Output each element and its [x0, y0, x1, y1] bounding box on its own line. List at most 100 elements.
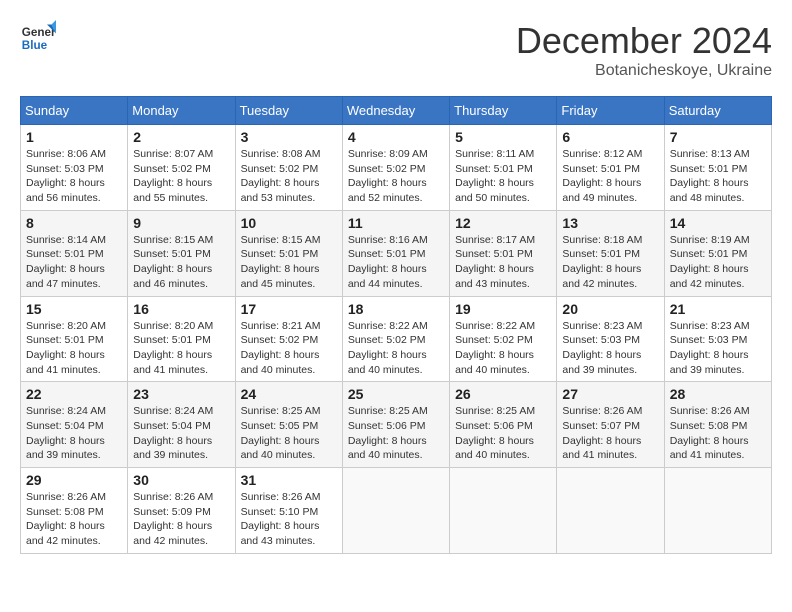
day-number: 20 — [562, 301, 658, 317]
day-number: 26 — [455, 386, 551, 402]
day-info: Sunrise: 8:23 AM Sunset: 5:03 PM Dayligh… — [562, 319, 658, 378]
day-number: 5 — [455, 129, 551, 145]
day-info: Sunrise: 8:25 AM Sunset: 5:06 PM Dayligh… — [455, 404, 551, 463]
calendar-cell: 26 Sunrise: 8:25 AM Sunset: 5:06 PM Dayli… — [450, 382, 557, 468]
day-number: 12 — [455, 215, 551, 231]
calendar-cell: 11 Sunrise: 8:16 AM Sunset: 5:01 PM Dayli… — [342, 210, 449, 296]
weekday-header-monday: Monday — [128, 97, 235, 125]
calendar-cell: 13 Sunrise: 8:18 AM Sunset: 5:01 PM Dayli… — [557, 210, 664, 296]
day-number: 1 — [26, 129, 122, 145]
day-info: Sunrise: 8:26 AM Sunset: 5:07 PM Dayligh… — [562, 404, 658, 463]
calendar-cell — [450, 468, 557, 554]
calendar-cell: 16Sunrise: 8:20 AM Sunset: 5:01 PM Dayli… — [128, 296, 235, 382]
weekday-header-wednesday: Wednesday — [342, 97, 449, 125]
day-info: Sunrise: 8:20 AM Sunset: 5:01 PM Dayligh… — [26, 319, 122, 378]
day-info: Sunrise: 8:18 AM Sunset: 5:01 PM Dayligh… — [562, 233, 658, 292]
calendar-cell: 12 Sunrise: 8:17 AM Sunset: 5:01 PM Dayli… — [450, 210, 557, 296]
day-number: 19 — [455, 301, 551, 317]
day-info: Sunrise: 8:21 AM Sunset: 5:02 PM Dayligh… — [241, 319, 337, 378]
calendar-cell: 25Sunrise: 8:25 AM Sunset: 5:06 PM Dayli… — [342, 382, 449, 468]
calendar-cell: 24Sunrise: 8:25 AM Sunset: 5:05 PM Dayli… — [235, 382, 342, 468]
day-info: Sunrise: 8:24 AM Sunset: 5:04 PM Dayligh… — [26, 404, 122, 463]
calendar-cell: 19 Sunrise: 8:22 AM Sunset: 5:02 PM Dayli… — [450, 296, 557, 382]
calendar-cell: 30 Sunrise: 8:26 AM Sunset: 5:09 PM Dayli… — [128, 468, 235, 554]
calendar-cell: 5 Sunrise: 8:11 AM Sunset: 5:01 PM Daylig… — [450, 125, 557, 211]
day-info: Sunrise: 8:15 AM Sunset: 5:01 PM Dayligh… — [133, 233, 229, 292]
day-number: 17 — [241, 301, 337, 317]
day-number: 3 — [241, 129, 337, 145]
calendar-cell: 21 Sunrise: 8:23 AM Sunset: 5:03 PM Dayli… — [664, 296, 771, 382]
month-title: December 2024 — [516, 20, 772, 62]
calendar-cell — [664, 468, 771, 554]
day-info: Sunrise: 8:22 AM Sunset: 5:02 PM Dayligh… — [455, 319, 551, 378]
day-info: Sunrise: 8:23 AM Sunset: 5:03 PM Dayligh… — [670, 319, 766, 378]
day-info: Sunrise: 8:15 AM Sunset: 5:01 PM Dayligh… — [241, 233, 337, 292]
calendar-cell: 22Sunrise: 8:24 AM Sunset: 5:04 PM Dayli… — [21, 382, 128, 468]
day-number: 21 — [670, 301, 766, 317]
day-info: Sunrise: 8:07 AM Sunset: 5:02 PM Dayligh… — [133, 147, 229, 206]
calendar-cell: 8 Sunrise: 8:14 AM Sunset: 5:01 PM Daylig… — [21, 210, 128, 296]
calendar-week-row: 22Sunrise: 8:24 AM Sunset: 5:04 PM Dayli… — [21, 382, 772, 468]
weekday-header-sunday: Sunday — [21, 97, 128, 125]
day-number: 28 — [670, 386, 766, 402]
day-info: Sunrise: 8:26 AM Sunset: 5:08 PM Dayligh… — [26, 490, 122, 549]
weekday-header-saturday: Saturday — [664, 97, 771, 125]
day-info: Sunrise: 8:19 AM Sunset: 5:01 PM Dayligh… — [670, 233, 766, 292]
day-number: 14 — [670, 215, 766, 231]
day-number: 4 — [348, 129, 444, 145]
weekday-header-row: SundayMondayTuesdayWednesdayThursdayFrid… — [21, 97, 772, 125]
calendar-week-row: 1 Sunrise: 8:06 AM Sunset: 5:03 PM Daylig… — [21, 125, 772, 211]
day-info: Sunrise: 8:24 AM Sunset: 5:04 PM Dayligh… — [133, 404, 229, 463]
calendar-cell: 15 Sunrise: 8:20 AM Sunset: 5:01 PM Dayli… — [21, 296, 128, 382]
day-number: 8 — [26, 215, 122, 231]
calendar-cell: 10 Sunrise: 8:15 AM Sunset: 5:01 PM Dayli… — [235, 210, 342, 296]
calendar-cell: 29 Sunrise: 8:26 AM Sunset: 5:08 PM Dayli… — [21, 468, 128, 554]
calendar-cell: 1 Sunrise: 8:06 AM Sunset: 5:03 PM Daylig… — [21, 125, 128, 211]
weekday-header-friday: Friday — [557, 97, 664, 125]
calendar-week-row: 8 Sunrise: 8:14 AM Sunset: 5:01 PM Daylig… — [21, 210, 772, 296]
calendar-cell: 9 Sunrise: 8:15 AM Sunset: 5:01 PM Daylig… — [128, 210, 235, 296]
calendar-cell: 18Sunrise: 8:22 AM Sunset: 5:02 PM Dayli… — [342, 296, 449, 382]
calendar-cell: 31 Sunrise: 8:26 AM Sunset: 5:10 PM Dayli… — [235, 468, 342, 554]
calendar-cell: 6 Sunrise: 8:12 AM Sunset: 5:01 PM Daylig… — [557, 125, 664, 211]
day-info: Sunrise: 8:12 AM Sunset: 5:01 PM Dayligh… — [562, 147, 658, 206]
day-number: 16 — [133, 301, 229, 317]
day-info: Sunrise: 8:26 AM Sunset: 5:10 PM Dayligh… — [241, 490, 337, 549]
day-number: 29 — [26, 472, 122, 488]
day-info: Sunrise: 8:22 AM Sunset: 5:02 PM Dayligh… — [348, 319, 444, 378]
day-number: 10 — [241, 215, 337, 231]
calendar-cell: 17 Sunrise: 8:21 AM Sunset: 5:02 PM Dayli… — [235, 296, 342, 382]
day-number: 25 — [348, 386, 444, 402]
day-number: 31 — [241, 472, 337, 488]
day-info: Sunrise: 8:25 AM Sunset: 5:05 PM Dayligh… — [241, 404, 337, 463]
calendar-week-row: 15 Sunrise: 8:20 AM Sunset: 5:01 PM Dayli… — [21, 296, 772, 382]
day-info: Sunrise: 8:14 AM Sunset: 5:01 PM Dayligh… — [26, 233, 122, 292]
day-info: Sunrise: 8:17 AM Sunset: 5:01 PM Dayligh… — [455, 233, 551, 292]
calendar-cell: 27Sunrise: 8:26 AM Sunset: 5:07 PM Dayli… — [557, 382, 664, 468]
calendar-cell: 28Sunrise: 8:26 AM Sunset: 5:08 PM Dayli… — [664, 382, 771, 468]
weekday-header-thursday: Thursday — [450, 97, 557, 125]
day-info: Sunrise: 8:11 AM Sunset: 5:01 PM Dayligh… — [455, 147, 551, 206]
day-number: 15 — [26, 301, 122, 317]
calendar-cell: 4Sunrise: 8:09 AM Sunset: 5:02 PM Daylig… — [342, 125, 449, 211]
day-info: Sunrise: 8:26 AM Sunset: 5:09 PM Dayligh… — [133, 490, 229, 549]
day-number: 11 — [348, 215, 444, 231]
day-number: 9 — [133, 215, 229, 231]
calendar-week-row: 29 Sunrise: 8:26 AM Sunset: 5:08 PM Dayli… — [21, 468, 772, 554]
day-info: Sunrise: 8:06 AM Sunset: 5:03 PM Dayligh… — [26, 147, 122, 206]
calendar-cell: 14 Sunrise: 8:19 AM Sunset: 5:01 PM Dayli… — [664, 210, 771, 296]
day-number: 6 — [562, 129, 658, 145]
day-info: Sunrise: 8:13 AM Sunset: 5:01 PM Dayligh… — [670, 147, 766, 206]
weekday-header-tuesday: Tuesday — [235, 97, 342, 125]
calendar-cell: 20 Sunrise: 8:23 AM Sunset: 5:03 PM Dayli… — [557, 296, 664, 382]
day-number: 7 — [670, 129, 766, 145]
day-info: Sunrise: 8:08 AM Sunset: 5:02 PM Dayligh… — [241, 147, 337, 206]
location-subtitle: Botanicheskoye, Ukraine — [516, 62, 772, 80]
day-number: 13 — [562, 215, 658, 231]
calendar-cell: 7 Sunrise: 8:13 AM Sunset: 5:01 PM Daylig… — [664, 125, 771, 211]
calendar-cell: 3 Sunrise: 8:08 AM Sunset: 5:02 PM Daylig… — [235, 125, 342, 211]
day-number: 30 — [133, 472, 229, 488]
logo-icon: General Blue — [20, 20, 56, 56]
calendar-cell — [557, 468, 664, 554]
day-info: Sunrise: 8:16 AM Sunset: 5:01 PM Dayligh… — [348, 233, 444, 292]
